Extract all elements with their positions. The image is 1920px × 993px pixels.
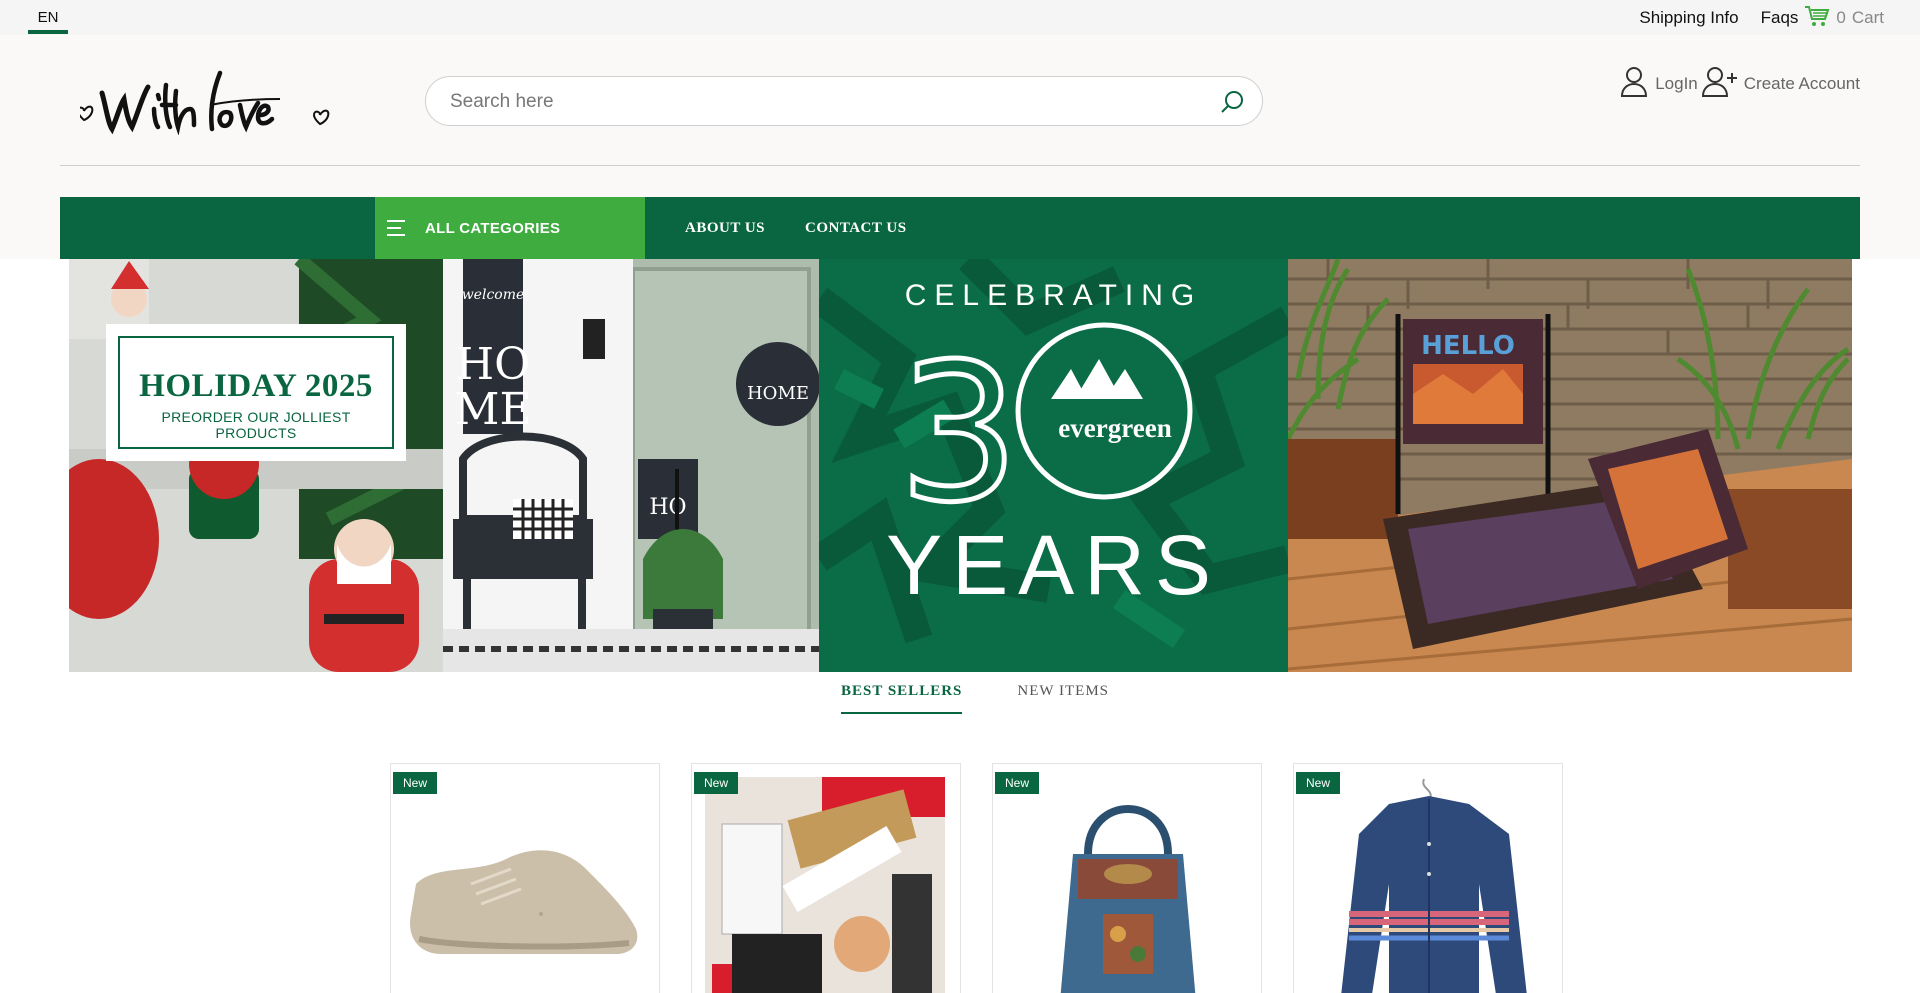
all-categories-button[interactable]: ALL CATEGORIES — [375, 197, 645, 259]
product-card[interactable]: New — [1293, 763, 1563, 993]
cart-icon[interactable] — [1804, 4, 1830, 33]
login-label[interactable]: LogIn — [1655, 74, 1698, 94]
nav-links: ABOUT US CONTACT US — [685, 197, 907, 259]
product-card[interactable]: New — [390, 763, 660, 993]
banner-holiday-panel[interactable]: HOLIDAY 2025 PREORDER OUR JOLLIEST PRODU… — [69, 259, 443, 672]
cart-label[interactable]: Cart — [1852, 8, 1884, 28]
svg-text:ME: ME — [454, 384, 531, 435]
banner-home-decor-panel[interactable]: welcome HO ME HOME HO — [443, 259, 819, 672]
menu-icon — [381, 218, 407, 238]
holiday-scene-image — [69, 259, 443, 672]
beige-sneaker-image — [410, 850, 638, 954]
shipping-info-link[interactable]: Shipping Info — [1639, 8, 1738, 28]
tab-best-sellers[interactable]: BEST SELLERS — [841, 683, 963, 714]
outdoor-decor-image: HELLO — [1288, 259, 1852, 672]
cart-count[interactable]: 0 — [1836, 8, 1845, 28]
celebrating-text: CELEBRATING — [904, 279, 1203, 312]
logo[interactable] — [76, 65, 340, 136]
svg-text:3: 3 — [899, 323, 1020, 544]
holiday-title: HOLIDAY 2025 — [139, 368, 373, 404]
all-categories-label: ALL CATEGORIES — [425, 219, 561, 237]
flag-hello-text: HELLO — [1421, 331, 1515, 361]
denim-striped-shirt-image — [1341, 778, 1527, 993]
banner-anniversary-panel[interactable]: 3 CELEBRATING evergreen YEARS — [819, 259, 1288, 672]
svg-text:welcome: welcome — [462, 287, 525, 303]
new-badge: New — [995, 772, 1040, 794]
search-bar — [425, 76, 1263, 126]
language-selector[interactable]: EN — [28, 9, 68, 34]
top-bar: EN Shipping Info Faqs 0 Cart — [0, 0, 1920, 35]
hero-banner[interactable]: HOLIDAY 2025 PREORDER OUR JOLLIEST PRODU… — [69, 259, 1852, 672]
user-icon — [1619, 65, 1649, 102]
product-card[interactable]: New — [992, 763, 1262, 993]
cosmetics-bundle-image — [705, 777, 945, 993]
new-badge: New — [1296, 772, 1341, 794]
svg-text:HO: HO — [649, 495, 686, 520]
create-account-link[interactable]: Create Account — [1701, 65, 1860, 102]
login-link[interactable]: LogIn — [1619, 65, 1698, 102]
product-tabs: BEST SELLERS NEW ITEMS — [841, 683, 1109, 714]
add-user-icon — [1701, 65, 1738, 102]
svg-text:HOME: HOME — [747, 383, 809, 404]
product-card[interactable]: New — [691, 763, 961, 993]
evergreen-logo: evergreen — [1058, 413, 1172, 443]
cart-area: Faqs 0 Cart — [1761, 4, 1884, 33]
search-input[interactable] — [450, 87, 1210, 117]
product-grid: New New New New — [390, 763, 1563, 993]
nav-contact-us[interactable]: CONTACT US — [805, 220, 907, 237]
create-account-label[interactable]: Create Account — [1744, 74, 1860, 94]
header-divider — [60, 165, 1860, 166]
home-porch-image: welcome HO ME HOME HO — [443, 259, 819, 672]
new-badge: New — [393, 772, 438, 794]
new-badge: New — [694, 772, 739, 794]
banner-outdoor-panel[interactable]: HELLO — [1288, 259, 1852, 672]
years-text: YEARS — [886, 518, 1221, 612]
main-navigation: ALL CATEGORIES ABOUT US CONTACT US — [60, 197, 1860, 259]
tab-new-items[interactable]: NEW ITEMS — [1017, 683, 1109, 714]
denim-tote-bag-image — [1060, 805, 1196, 993]
top-links: Shipping Info Faqs 0 Cart — [1639, 5, 1884, 29]
holiday-subtitle: PREORDER OUR JOLLIEST PRODUCTS — [161, 409, 351, 441]
account-links: LogIn Create Account — [1619, 65, 1860, 102]
search-icon[interactable] — [1220, 89, 1246, 115]
holiday-promo-card: HOLIDAY 2025 PREORDER OUR JOLLIEST PRODU… — [106, 324, 406, 461]
svg-text:HO: HO — [456, 339, 530, 390]
faqs-link[interactable]: Faqs — [1761, 8, 1799, 28]
nav-about-us[interactable]: ABOUT US — [685, 220, 765, 237]
